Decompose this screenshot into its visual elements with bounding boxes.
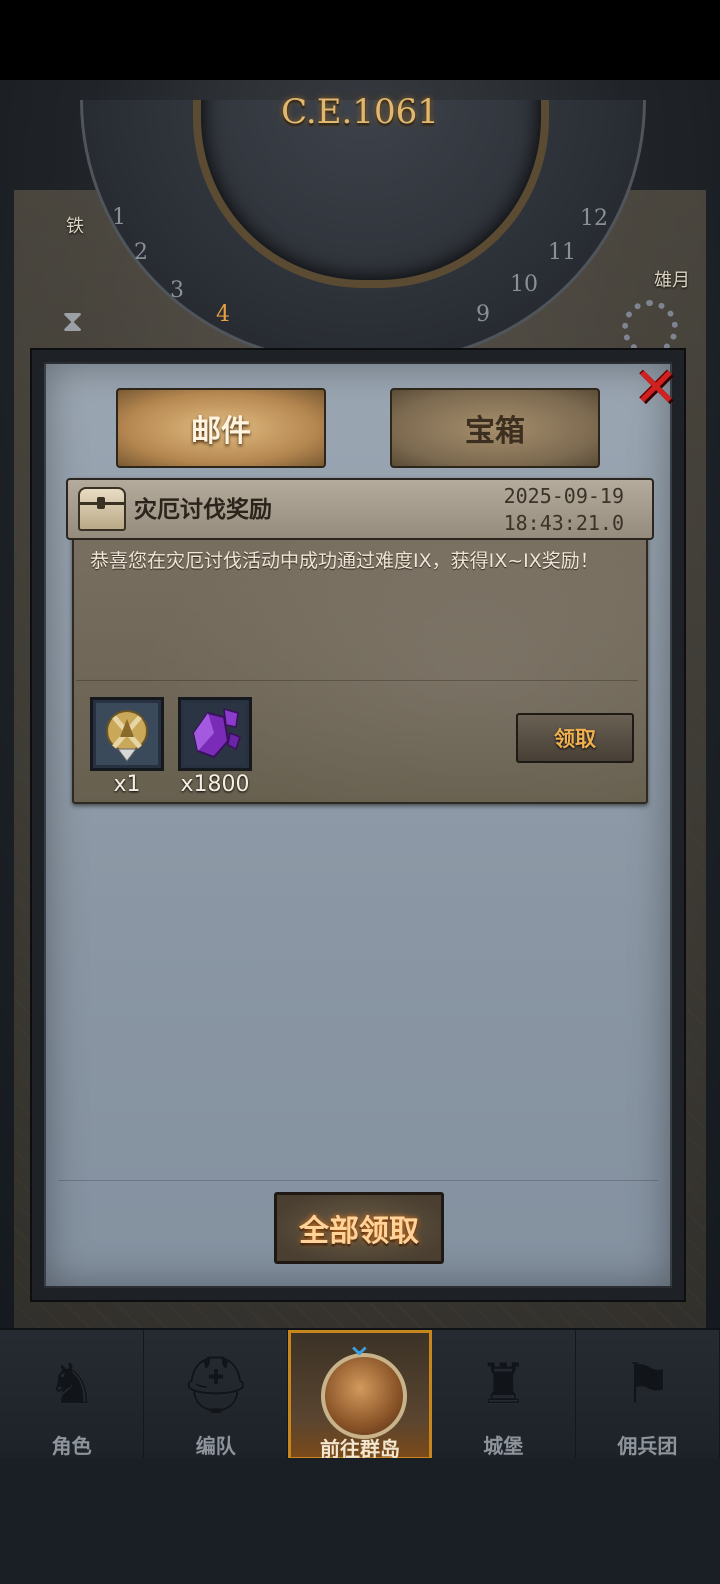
chest-icon [78,487,126,531]
dial-number: 3 [170,278,184,303]
dial-number: 11 [548,240,576,265]
nav-label: 城堡 [483,1434,524,1458]
dial-number: 12 [580,206,608,231]
divider [58,1180,658,1181]
reward-item-crystal[interactable] [178,697,252,771]
reward-quantity: x1800 [180,772,250,797]
reward-item-medal[interactable] [90,697,164,771]
dial-number: 2 [134,240,148,265]
dial-number: 9 [476,302,490,327]
tab-chest[interactable]: 宝箱 [390,388,600,468]
medal-icon [96,703,158,765]
bottom-area [0,1458,720,1584]
nav-item-islands[interactable]: ⌄ 前往群岛 [288,1324,432,1461]
mercenary-icon: ⚑ [622,1352,673,1417]
helmet-icon: ⛑ [180,1353,252,1418]
nav-item-mercenary[interactable]: ⚑ 佣兵团 [576,1330,720,1460]
globe-icon [321,1353,408,1439]
status-bar [0,0,720,80]
mail-body: 恭喜您在灾厄讨伐活动中成功通过难度IX，获得IX~IX奖励！ [90,550,599,572]
mail-date: 2025-09-19 [503,484,624,508]
map-label-left: 铁 [66,216,84,237]
panel-border [44,1286,672,1288]
mail-title: 灾厄讨伐奖励 [134,497,272,523]
panel-border [44,362,672,364]
nav-item-castle[interactable]: ♜ 城堡 [432,1330,576,1460]
castle-icon: ♜ [478,1352,529,1417]
tab-mail[interactable]: 邮件 [116,388,326,468]
nav-label: 佣兵团 [617,1434,678,1458]
map-label-right: 雄月 [654,270,690,291]
nav-item-character[interactable]: ♞ 角色 [0,1330,145,1460]
nav-item-formation[interactable]: ⛑ 编队 [144,1330,289,1460]
close-button[interactable]: ✕ [628,360,684,416]
bottom-nav: ♞ 角色 ⛑ 编队 ⌄ 前往群岛 ♜ 城堡 ⚑ 佣兵团 [0,1324,720,1461]
dial-number-active: 4 [216,302,230,327]
close-icon: ✕ [633,356,679,419]
reward-quantity: x1 [113,772,141,797]
hourglass-icon[interactable]: ⧗ [62,304,83,339]
era-label: C.E.1061 [281,92,439,132]
knight-icon: ♞ [46,1352,97,1417]
dial-number: 10 [510,272,538,297]
mail-time: 18:43:21.0 [503,511,624,535]
nav-label: 角色 [51,1434,92,1458]
nav-label: 编队 [195,1434,236,1458]
claim-button[interactable]: 领取 [516,713,634,763]
purple-crystal-icon [184,703,246,765]
divider [76,680,638,681]
dial-number: 1 [112,205,126,230]
chevron-down-icon: ⌄ [345,1324,374,1364]
claim-all-button[interactable]: 全部领取 [274,1192,444,1264]
